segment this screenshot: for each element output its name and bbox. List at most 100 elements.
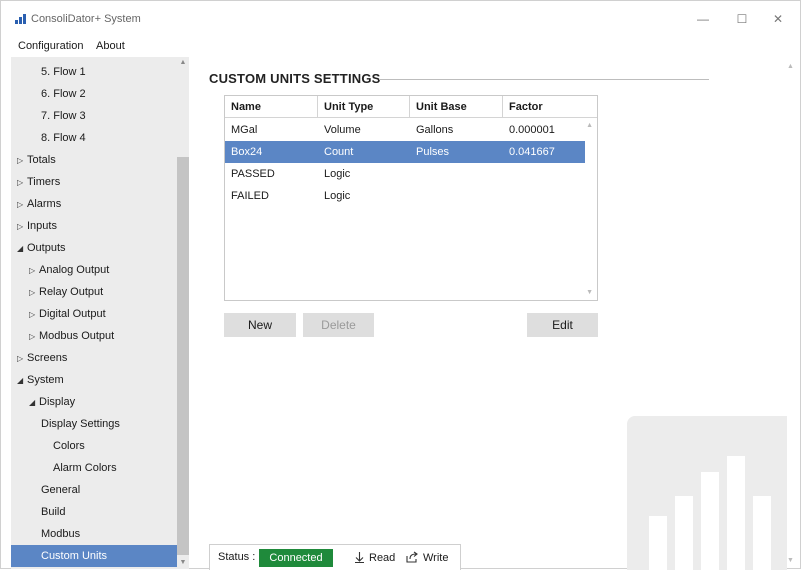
sidebar-item-colors[interactable]: Colors [53,435,85,457]
sidebar-item-label: Timers [27,176,61,188]
connection-status-badge: Connected [259,549,333,567]
sidebar-item-label: Analog Output [39,264,110,276]
collapsed-arrow-icon[interactable]: ▷ [29,260,39,282]
sidebar-item-label: System [27,374,64,386]
cell-factor [503,163,509,185]
sidebar-item-label: Display [39,396,76,408]
cell-factor [503,185,509,207]
sidebar-item-outputs[interactable]: ◢ Outputs [17,237,66,259]
sidebar-item-6-flow-2[interactable]: 6. Flow 2 [41,83,86,105]
menu-about[interactable]: About [96,40,125,52]
cell-unit-base: Pulses [416,146,450,158]
sidebar-item-label: Outputs [27,242,66,254]
close-button[interactable]: ✕ [763,10,793,28]
custom-units-table[interactable]: Name Unit Type Unit Base Factor MGal Volu… [224,95,598,301]
table-scroll-up-icon[interactable]: ▲ [586,122,593,129]
table-header: Name Unit Type Unit Base Factor [225,96,597,118]
table-scroll-down-icon[interactable]: ▼ [586,289,593,296]
app-window: ConsoliDator+ System — ☐ ✕ Configuration… [0,0,801,570]
window-title: ConsoliDator+ System [31,13,141,25]
maximize-button[interactable]: ☐ [727,10,757,28]
cell-unit-base [410,163,416,185]
collapsed-arrow-icon[interactable]: ▷ [29,304,39,326]
sidebar-item-label: 6. Flow 2 [41,88,86,100]
sidebar-item-digital-output[interactable]: ▷ Digital Output [29,303,106,325]
sidebar-item-display-settings[interactable]: Display Settings [41,413,120,435]
cell-factor: 0.000001 [509,124,555,136]
column-header-name[interactable]: Name [225,96,318,118]
cell-name: PASSED [231,168,275,180]
table-row[interactable]: Box24 Count Pulses 0.041667 [225,141,585,163]
collapsed-arrow-icon[interactable]: ▷ [17,348,27,370]
sidebar-item-label: Modbus [41,528,81,540]
column-header-unit-type[interactable]: Unit Type [318,96,410,118]
sidebar-item-label: Relay Output [39,286,104,298]
sidebar-item-label: Inputs [27,220,57,232]
sidebar-item-modbus[interactable]: Modbus [41,523,80,545]
minimize-button[interactable]: — [688,10,718,28]
edit-button[interactable]: Edit [527,313,598,337]
sidebar-item-7-flow-3[interactable]: 7. Flow 3 [41,105,86,127]
sidebar-item-display[interactable]: ◢ Display [29,391,75,413]
column-header-factor[interactable]: Factor [503,96,597,118]
column-header-unit-base[interactable]: Unit Base [410,96,503,118]
write-button[interactable]: Write [406,551,448,564]
collapsed-arrow-icon[interactable]: ▷ [17,216,27,238]
table-row[interactable]: MGal Volume Gallons 0.000001 [225,119,585,141]
cell-unit-type: Logic [324,190,351,202]
cell-name: MGal [231,124,258,136]
table-row[interactable]: FAILED Logic [225,185,585,207]
expanded-arrow-icon[interactable]: ◢ [17,238,27,260]
sidebar-item-label: Modbus Output [39,330,115,342]
share-export-icon [406,551,418,563]
sidebar-scrollbar-thumb[interactable] [177,157,189,555]
app-logo-icon [15,14,28,24]
sidebar-scroll-up-icon[interactable]: ▲ [177,59,189,66]
sidebar-item-8-flow-4[interactable]: 8. Flow 4 [41,127,86,149]
delete-button[interactable]: Delete [303,313,374,337]
cell-name: Box24 [231,146,263,158]
sidebar-item-label: 7. Flow 3 [41,110,86,122]
collapsed-arrow-icon[interactable]: ▷ [17,150,27,172]
collapsed-arrow-icon[interactable]: ▷ [29,326,39,348]
sidebar-item-alarm-colors[interactable]: Alarm Colors [53,457,117,479]
collapsed-arrow-icon[interactable]: ▷ [17,172,27,194]
sidebar-item-custom-units[interactable]: Custom Units [11,545,177,567]
menu-configuration[interactable]: Configuration [18,40,83,52]
cell-unit-type: Volume [324,124,361,136]
sidebar-item-timers[interactable]: ▷ Timers [17,171,60,193]
sidebar-item-build[interactable]: Build [41,501,65,523]
sidebar-item-label: Display Settings [41,418,120,430]
sidebar-item-label: Custom Units [41,550,108,562]
sidebar-scroll-down-icon[interactable]: ▼ [177,559,189,566]
sidebar-item-screens[interactable]: ▷ Screens [17,347,67,369]
expanded-arrow-icon[interactable]: ◢ [29,392,39,414]
write-label: Write [423,552,449,564]
sidebar-item-5-flow-1[interactable]: 5. Flow 1 [41,61,86,83]
sidebar-item-alarms[interactable]: ▷ Alarms [17,193,61,215]
status-bar: Status : Connected Read Write [209,544,461,570]
collapsed-arrow-icon[interactable]: ▷ [29,282,39,304]
sidebar-item-totals[interactable]: ▷ Totals [17,149,56,171]
collapsed-arrow-icon[interactable]: ▷ [17,194,27,216]
sidebar-item-analog-output[interactable]: ▷ Analog Output [29,259,109,281]
menu-bar: Configuration About [1,35,800,57]
main-scroll-up-icon[interactable]: ▲ [787,63,794,70]
sidebar-item-general[interactable]: General [41,479,80,501]
sidebar-item-relay-output[interactable]: ▷ Relay Output [29,281,103,303]
sidebar-item-modbus-output[interactable]: ▷ Modbus Output [29,325,114,347]
status-label: Status : [218,551,256,563]
sidebar-item-inputs[interactable]: ▷ Inputs [17,215,57,237]
cell-unit-base [410,185,416,207]
sidebar-item-label: Colors [53,440,85,452]
expanded-arrow-icon[interactable]: ◢ [17,370,27,392]
sidebar-item-system[interactable]: ◢ System [17,369,64,391]
section-title: CUSTOM UNITS SETTINGS [209,71,381,86]
new-button[interactable]: New [224,313,296,337]
cell-factor: 0.041667 [509,146,555,158]
section-divider [379,79,709,80]
cell-unit-type: Count [324,146,354,158]
main-scroll-down-icon[interactable]: ▼ [787,557,794,564]
table-row[interactable]: PASSED Logic [225,163,585,185]
read-button[interactable]: Read [354,551,395,564]
